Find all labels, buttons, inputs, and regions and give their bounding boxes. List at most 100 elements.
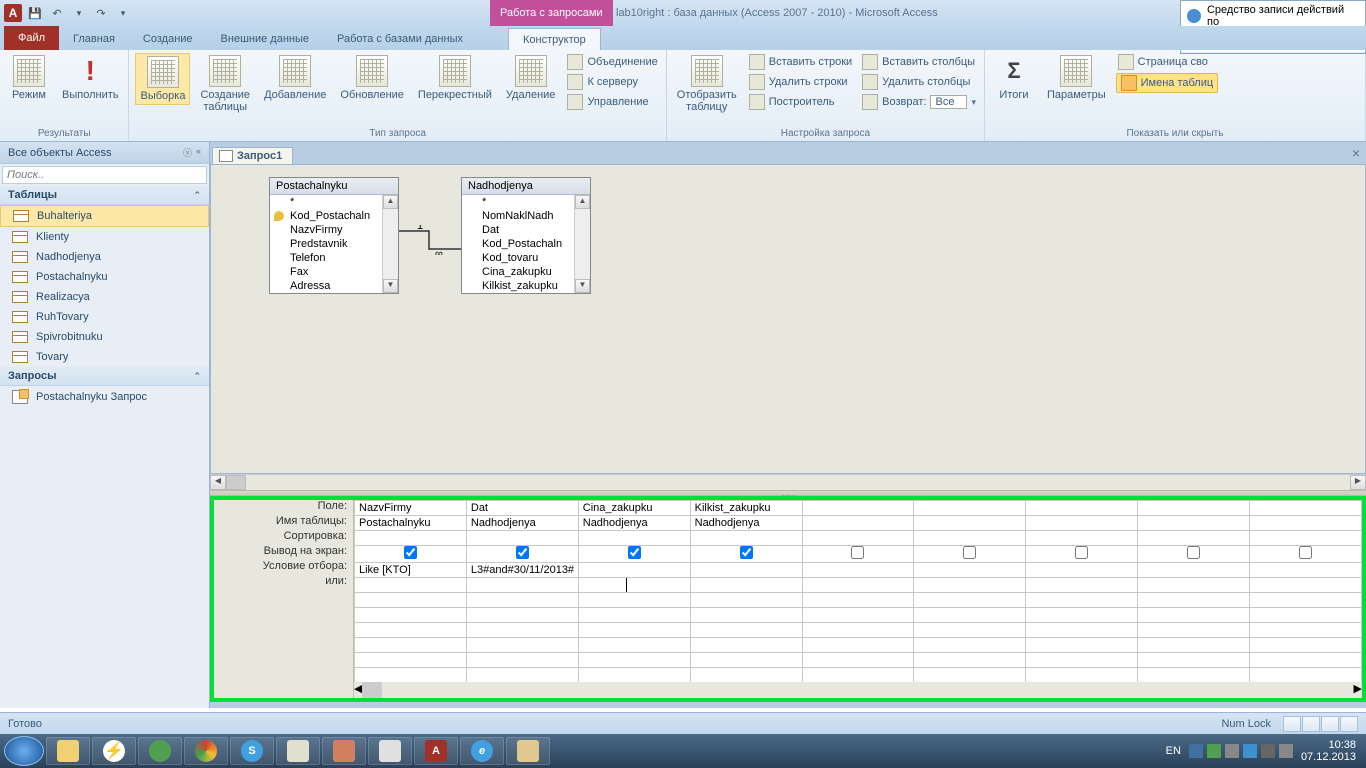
- show-checkbox[interactable]: [740, 546, 753, 559]
- tab-home[interactable]: Главная: [59, 28, 129, 50]
- qat-customize-icon[interactable]: ▾: [114, 4, 132, 22]
- grid-cell[interactable]: [802, 623, 914, 638]
- grid-cell[interactable]: [466, 608, 578, 623]
- grid-cell[interactable]: [1250, 653, 1362, 668]
- nav-table-item[interactable]: Spivrobitnuku: [0, 327, 209, 347]
- nav-table-item[interactable]: Buhalteriya: [0, 205, 209, 227]
- grid-cell[interactable]: [690, 578, 802, 593]
- params-button[interactable]: Параметры: [1043, 53, 1110, 103]
- nav-table-item[interactable]: Tovary: [0, 347, 209, 367]
- grid-cell[interactable]: [914, 638, 1026, 653]
- show-checkbox[interactable]: [963, 546, 976, 559]
- tab-file[interactable]: Файл: [4, 26, 59, 50]
- grid-cell[interactable]: [802, 653, 914, 668]
- grid-cell[interactable]: Kilkist_zakupku: [690, 501, 802, 516]
- tray-icon[interactable]: [1189, 744, 1203, 758]
- grid-cell[interactable]: [1250, 638, 1362, 653]
- show-checkbox[interactable]: [1187, 546, 1200, 559]
- grid-cell[interactable]: [914, 653, 1026, 668]
- collapse-icon[interactable]: ⌃: [193, 190, 201, 201]
- grid-cell[interactable]: [1138, 593, 1250, 608]
- grid-cell[interactable]: [1026, 653, 1138, 668]
- view-design-icon[interactable]: [1321, 716, 1339, 732]
- grid-cell[interactable]: [578, 563, 690, 578]
- insertcols-button[interactable]: Вставить столбцы: [860, 53, 978, 71]
- grid-cell[interactable]: [355, 638, 467, 653]
- grid-cell[interactable]: [914, 501, 1026, 516]
- update-button[interactable]: Обновление: [336, 53, 408, 103]
- grid-cell[interactable]: [802, 531, 914, 546]
- fieldlist-item[interactable]: Predstavnik: [270, 237, 398, 251]
- grid-cell[interactable]: [914, 563, 1026, 578]
- grid-cell[interactable]: [578, 638, 690, 653]
- fieldlist-item[interactable]: Telefon: [270, 251, 398, 265]
- redo-icon[interactable]: ↷: [92, 4, 110, 22]
- grid-cell[interactable]: [578, 593, 690, 608]
- grid-cell[interactable]: [578, 623, 690, 638]
- totals-button[interactable]: ΣИтоги: [991, 53, 1037, 103]
- nav-section-tables[interactable]: Таблицы⌃: [0, 186, 209, 205]
- grid-cell[interactable]: [1250, 516, 1362, 531]
- select-query-button[interactable]: Выборка: [135, 53, 190, 105]
- grid-cell[interactable]: [1250, 578, 1362, 593]
- grid-cell[interactable]: [578, 653, 690, 668]
- grid-cell[interactable]: [355, 653, 467, 668]
- grid-cell[interactable]: [1250, 501, 1362, 516]
- design-hscroll[interactable]: ◀▶: [210, 474, 1366, 490]
- taskbar-utorrent[interactable]: [138, 737, 182, 765]
- grid-cell[interactable]: [914, 668, 1026, 683]
- tablenames-button[interactable]: Имена таблиц: [1116, 73, 1219, 93]
- fieldlist-item[interactable]: Cina_zakupku: [462, 265, 590, 279]
- show-checkbox[interactable]: [851, 546, 864, 559]
- grid-cell[interactable]: [1026, 668, 1138, 683]
- grid-cell[interactable]: [690, 668, 802, 683]
- return-control[interactable]: Возврат: Все▾: [860, 93, 978, 111]
- show-checkbox[interactable]: [628, 546, 641, 559]
- grid-cell[interactable]: [914, 608, 1026, 623]
- grid-cell[interactable]: [1138, 578, 1250, 593]
- tray-icon[interactable]: [1261, 744, 1275, 758]
- grid-cell[interactable]: [802, 578, 914, 593]
- grid-cell[interactable]: [1138, 516, 1250, 531]
- tray-icon[interactable]: [1243, 744, 1257, 758]
- taskbar-app3[interactable]: [322, 737, 366, 765]
- grid-cell[interactable]: [1138, 501, 1250, 516]
- nav-query-item[interactable]: Postachalnyku Запрос: [0, 386, 209, 408]
- query-design-surface[interactable]: Postachalnyku *Kod_PostachalnNazvFirmyPr…: [210, 164, 1366, 474]
- fieldlist-item[interactable]: Kod_Postachaln: [462, 237, 590, 251]
- grid-cell[interactable]: [802, 501, 914, 516]
- builder-button[interactable]: Построитель: [747, 93, 854, 111]
- taskbar-chrome[interactable]: [184, 737, 228, 765]
- grid-cell[interactable]: [914, 531, 1026, 546]
- show-checkbox[interactable]: [1299, 546, 1312, 559]
- grid-cell[interactable]: [466, 638, 578, 653]
- grid-cell[interactable]: [1250, 608, 1362, 623]
- fieldlist-item[interactable]: Dat: [462, 223, 590, 237]
- grid-cell[interactable]: [578, 578, 690, 593]
- join-line[interactable]: 1∞: [399, 225, 461, 255]
- grid-cell[interactable]: [1250, 563, 1362, 578]
- taskbar-skype[interactable]: S: [230, 737, 274, 765]
- grid-cell[interactable]: [355, 623, 467, 638]
- grid-cell[interactable]: [690, 653, 802, 668]
- taskbar-explorer[interactable]: [46, 737, 90, 765]
- tray-icon[interactable]: [1207, 744, 1221, 758]
- taskbar-app4[interactable]: [368, 737, 412, 765]
- grid-cell[interactable]: [466, 623, 578, 638]
- insertrows-button[interactable]: Вставить строки: [747, 53, 854, 71]
- append-button[interactable]: Добавление: [260, 53, 330, 103]
- taskbar-ie[interactable]: e: [460, 737, 504, 765]
- fieldlist-item[interactable]: *: [270, 195, 398, 209]
- grid-cell[interactable]: [1250, 546, 1362, 563]
- nav-table-item[interactable]: Klienty: [0, 227, 209, 247]
- grid-cell[interactable]: Nadhodjenya: [690, 516, 802, 531]
- grid-cell[interactable]: [466, 668, 578, 683]
- fieldlist-item[interactable]: *: [462, 195, 590, 209]
- deletecols-button[interactable]: Удалить столбцы: [860, 73, 978, 91]
- grid-cell[interactable]: [578, 546, 690, 563]
- nav-table-item[interactable]: Nadhodjenya: [0, 247, 209, 267]
- tray-volume-icon[interactable]: [1279, 744, 1293, 758]
- delete-button[interactable]: Удаление: [502, 53, 560, 103]
- grid-cell[interactable]: [578, 531, 690, 546]
- grid-cell[interactable]: [466, 546, 578, 563]
